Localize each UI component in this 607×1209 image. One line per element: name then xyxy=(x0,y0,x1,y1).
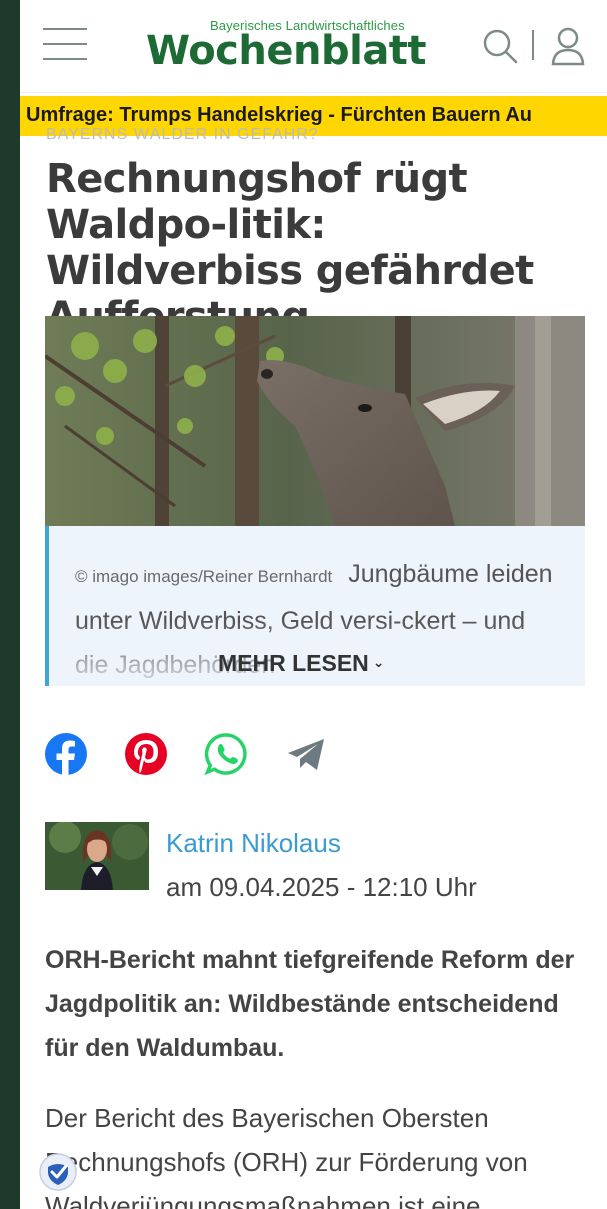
author-name-link[interactable]: Katrin Nikolaus xyxy=(166,828,341,859)
article-lead: ORH-Bericht mahnt tiefgreifende Reform d… xyxy=(45,946,575,1062)
article-title: Rechnungshof rügt Waldpo-litik: Wildverb… xyxy=(46,156,534,340)
privacy-check-icon[interactable] xyxy=(38,1152,78,1192)
author-avatar[interactable] xyxy=(45,822,149,890)
hamburger-menu-icon[interactable] xyxy=(43,26,87,62)
phone-screen: Bayerisches Landwirtschaftliches Wochenb… xyxy=(20,0,607,1209)
site-logo[interactable]: Bayerisches Landwirtschaftliches Wochenb… xyxy=(144,14,427,74)
user-icon[interactable] xyxy=(550,26,586,66)
image-credit: © imago images/Reiner Bernhardt xyxy=(75,567,333,586)
search-icon[interactable] xyxy=(482,28,518,64)
chevron-down-icon: ⌄ xyxy=(372,654,385,670)
header-divider xyxy=(532,30,534,60)
article-kicker: BAYERNS WÄLDER IN GEFAHR? xyxy=(46,126,319,140)
facebook-icon[interactable] xyxy=(44,732,88,776)
article-hero-image[interactable] xyxy=(45,316,585,526)
article-body: Der Bericht des Bayerischen Obersten Rec… xyxy=(45,1103,528,1209)
read-more-label: MEHR LESEN xyxy=(218,650,369,676)
read-more-button[interactable]: MEHR LESEN ⌄ xyxy=(218,650,385,677)
whatsapp-icon[interactable] xyxy=(204,732,248,776)
site-header: Bayerisches Landwirtschaftliches Wochenb… xyxy=(20,0,607,93)
share-bar xyxy=(44,732,344,778)
publish-date: am 09.04.2025 - 12:10 Uhr xyxy=(166,872,477,902)
pinterest-icon[interactable] xyxy=(124,732,168,776)
logo-name: Wochenblatt xyxy=(146,28,427,74)
ticker-text: Umfrage: Trumps Handelskrieg - Fürchten … xyxy=(26,104,533,126)
telegram-icon[interactable] xyxy=(284,732,328,776)
